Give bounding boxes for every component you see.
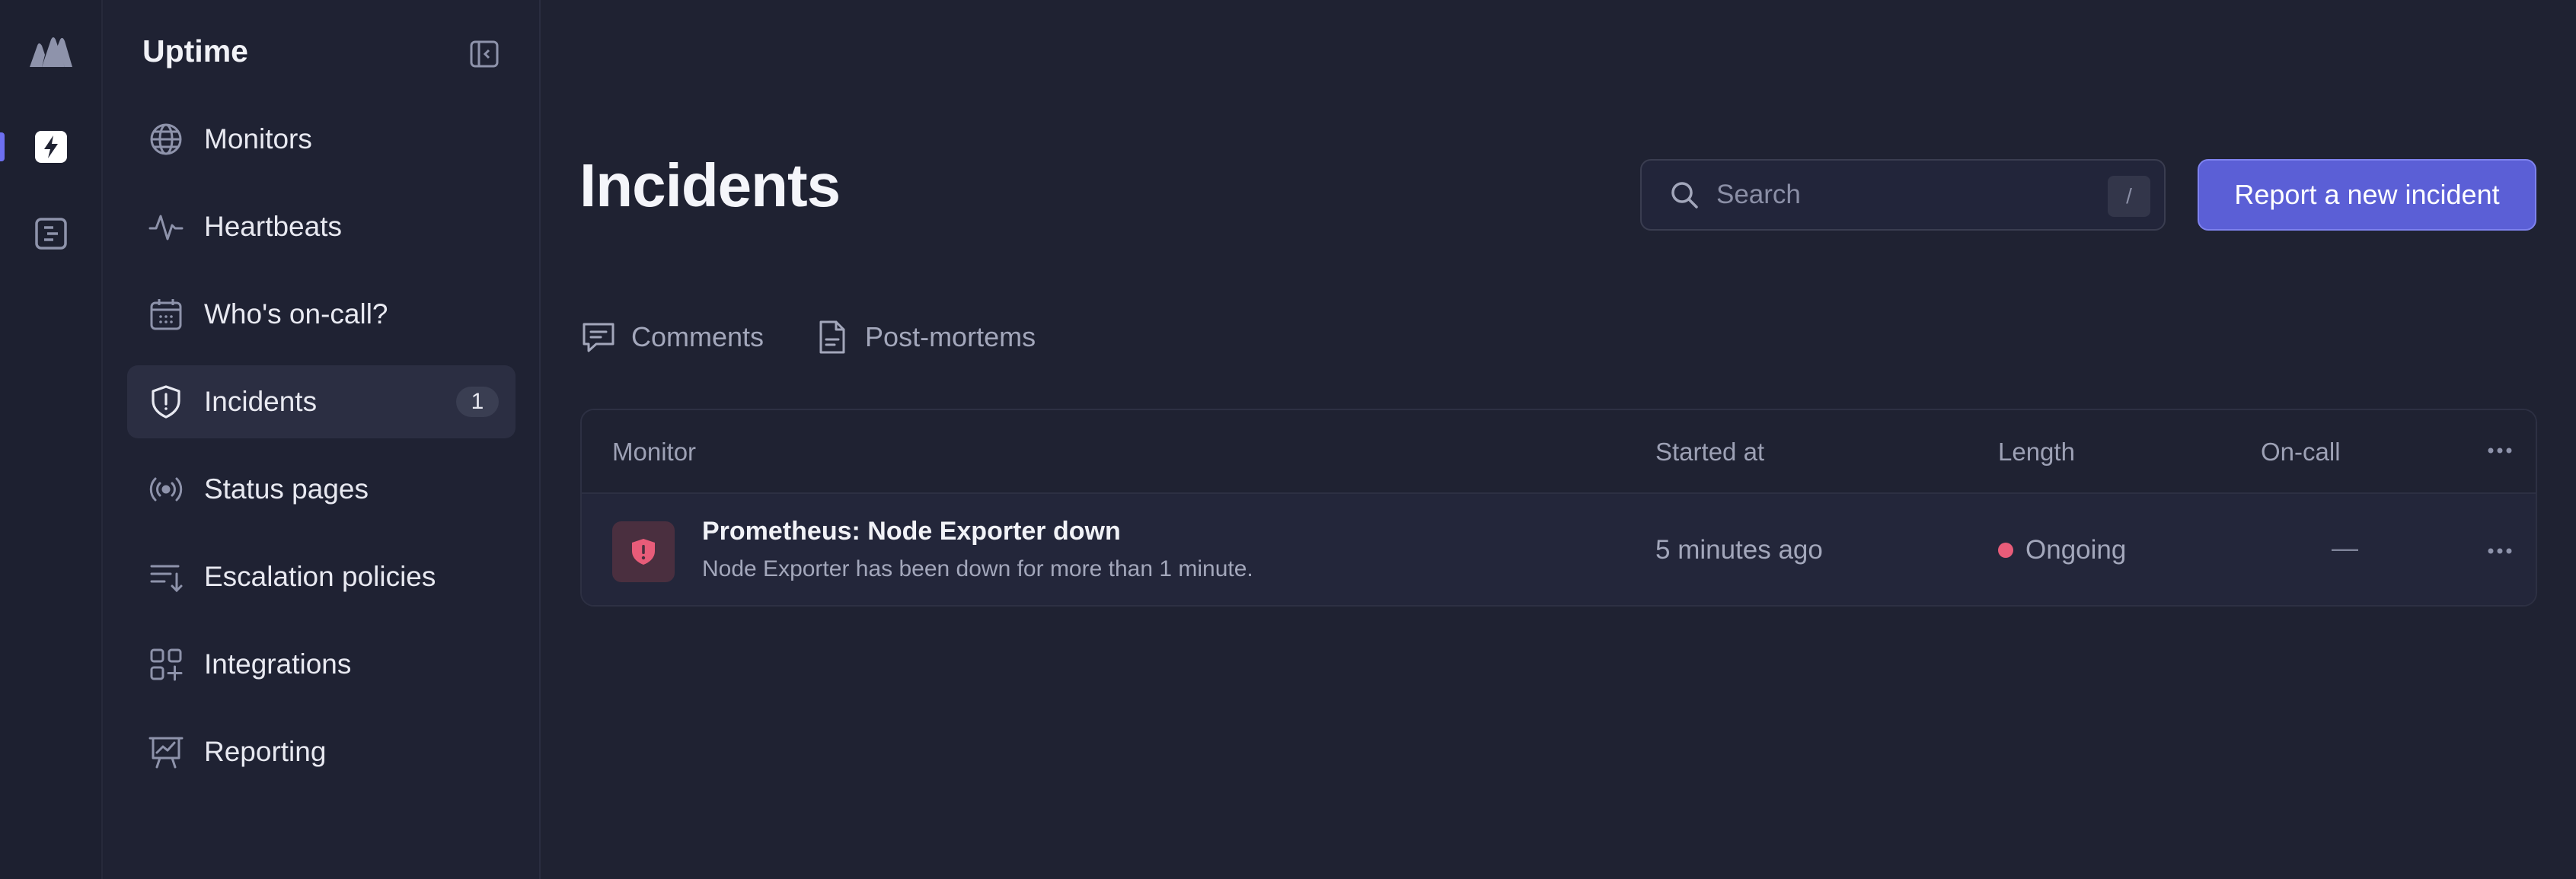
sidebar-item-incidents[interactable]: Incidents 1 — [127, 365, 516, 438]
sidebar-item-label: Monitors — [204, 123, 312, 154]
incident-length-label: Ongoing — [2025, 535, 2127, 565]
search-input[interactable]: Search / — [1640, 159, 2166, 231]
report-incident-button[interactable]: Report a new incident — [2198, 159, 2536, 231]
document-icon — [819, 320, 845, 354]
sidebar-collapse-icon[interactable] — [468, 38, 500, 70]
shield-alert-icon — [632, 539, 655, 565]
logs-icon — [35, 218, 67, 250]
icon-rail — [0, 0, 103, 879]
sidebar-item-label: Escalation policies — [204, 561, 436, 592]
calendar-icon — [147, 295, 185, 333]
main-content: Incidents Search / Report a new incident… — [541, 0, 2576, 879]
more-options-icon[interactable] — [2485, 439, 2514, 462]
app-window: Uptime Monitors Heartbeats Who's on-call… — [0, 0, 2576, 879]
sidebar-nav: Monitors Heartbeats Who's on-call? Incid… — [127, 103, 516, 803]
escalation-icon — [147, 558, 185, 596]
incident-title[interactable]: Prometheus: Node Exporter down — [702, 517, 1121, 546]
column-header-monitor[interactable]: Monitor — [612, 438, 696, 467]
status-dot-icon — [1998, 543, 2013, 558]
broadcast-icon — [147, 470, 185, 508]
tab-label: Comments — [631, 321, 765, 352]
incident-on-call: — — [2332, 533, 2358, 563]
sidebar-item-label: Status pages — [204, 473, 369, 505]
sidebar-item-heartbeats[interactable]: Heartbeats — [127, 190, 516, 263]
incident-description: Node Exporter has been down for more tha… — [702, 556, 1253, 581]
column-header-length[interactable]: Length — [1998, 438, 2075, 467]
tab-label: Post-mortems — [865, 321, 1036, 352]
tabs: Comments Post-mortems — [579, 318, 1085, 356]
sidebar-item-label: Heartbeats — [204, 211, 342, 242]
incident-started-at: 5 minutes ago — [1655, 535, 1823, 565]
table-header: Monitor Started at Length On-call — [582, 410, 2536, 494]
column-header-on-call[interactable]: On-call — [2261, 438, 2341, 467]
sidebar-item-label: Incidents — [204, 386, 318, 417]
incidents-count-badge: 1 — [456, 387, 499, 417]
sidebar-item-monitors[interactable]: Monitors — [127, 103, 516, 176]
logo-icon[interactable] — [27, 32, 74, 70]
incident-status-icon — [612, 521, 675, 582]
globe-icon — [147, 120, 185, 158]
more-options-icon[interactable] — [2485, 540, 2514, 562]
column-header-started-at[interactable]: Started at — [1655, 438, 1764, 467]
page-title: Incidents — [579, 151, 841, 219]
tab-comments[interactable]: Comments — [579, 318, 764, 356]
sidebar-item-escalation-policies[interactable]: Escalation policies — [127, 540, 516, 613]
sidebar: Uptime Monitors Heartbeats Who's on-call… — [103, 0, 541, 879]
rail-logs-button[interactable] — [30, 213, 72, 254]
lightning-icon — [35, 131, 67, 163]
comment-icon — [583, 323, 614, 352]
incident-length: Ongoing — [1998, 535, 2126, 565]
rail-active-indicator — [0, 132, 5, 161]
tab-post-mortems[interactable]: Post-mortems — [813, 318, 1036, 356]
shield-icon — [147, 383, 185, 421]
sidebar-item-integrations[interactable]: Integrations — [127, 628, 516, 701]
rail-uptime-button[interactable] — [30, 126, 72, 167]
sidebar-item-label: Who's on-call? — [204, 298, 388, 330]
sidebar-item-on-call[interactable]: Who's on-call? — [127, 278, 516, 351]
table-row[interactable]: Prometheus: Node Exporter down Node Expo… — [582, 494, 2536, 605]
sidebar-item-label: Reporting — [204, 736, 327, 767]
sidebar-title: Uptime — [142, 33, 248, 68]
heartbeat-icon — [147, 208, 185, 246]
search-icon — [1671, 182, 1698, 209]
sidebar-item-reporting[interactable]: Reporting — [127, 715, 516, 788]
incidents-table: Monitor Started at Length On-call Promet… — [580, 409, 2537, 607]
chart-board-icon — [147, 733, 185, 771]
sidebar-item-label: Integrations — [204, 648, 352, 680]
sidebar-item-status-pages[interactable]: Status pages — [127, 453, 516, 526]
search-placeholder: Search — [1716, 180, 1801, 209]
search-shortcut-key: / — [2108, 176, 2150, 217]
integrations-icon — [147, 645, 185, 683]
